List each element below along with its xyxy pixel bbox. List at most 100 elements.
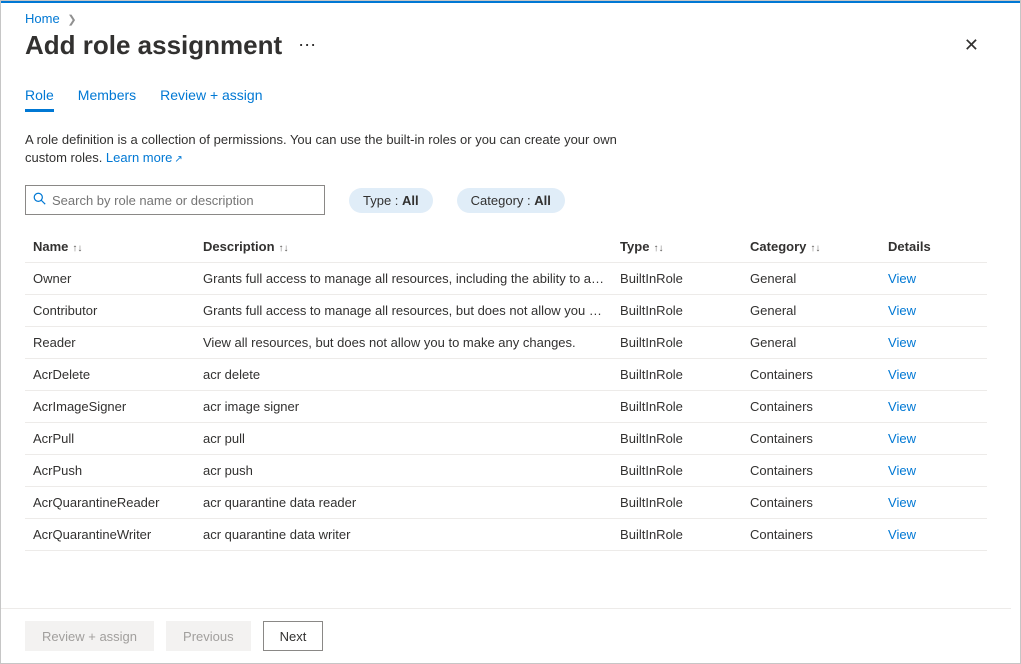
learn-more-link[interactable]: Learn more↗ [106,150,183,165]
filter-type-label: Type : [363,193,402,208]
cell-description: acr delete [195,359,612,391]
cell-name: Contributor [25,295,195,327]
filter-category-label: Category : [471,193,535,208]
cell-details: View [880,455,987,487]
breadcrumb: Home ❯ [1,3,1011,26]
table-row[interactable]: AcrQuarantineReaderacr quarantine data r… [25,487,987,519]
cell-description: acr pull [195,423,612,455]
table-row[interactable]: ContributorGrants full access to manage … [25,295,987,327]
view-link[interactable]: View [888,335,916,350]
cell-name: AcrImageSigner [25,391,195,423]
col-name-label: Name [33,239,68,254]
cell-category: Containers [742,455,880,487]
cell-name: Owner [25,263,195,295]
col-details-label: Details [888,239,931,254]
col-details: Details [880,231,987,263]
sort-icon: ↑↓ [279,243,289,254]
cell-name: AcrQuarantineWriter [25,519,195,551]
chevron-right-icon: ❯ [67,13,76,26]
cell-name: AcrPull [25,423,195,455]
view-link[interactable]: View [888,271,916,286]
cell-type: BuiltInRole [612,519,742,551]
sort-icon: ↑↓ [72,243,82,254]
search-wrapper [25,185,325,215]
cell-details: View [880,263,987,295]
close-icon[interactable]: ✕ [956,31,987,60]
cell-details: View [880,423,987,455]
col-category[interactable]: Category ↑↓ [742,231,880,263]
tab-review-assign[interactable]: Review + assign [160,87,262,112]
breadcrumb-home[interactable]: Home [25,11,60,26]
cell-type: BuiltInRole [612,295,742,327]
cell-description: acr push [195,455,612,487]
cell-description: acr quarantine data writer [195,519,612,551]
table-row[interactable]: AcrQuarantineWriteracr quarantine data w… [25,519,987,551]
col-type[interactable]: Type ↑↓ [612,231,742,263]
cell-name: AcrDelete [25,359,195,391]
view-link[interactable]: View [888,399,916,414]
cell-type: BuiltInRole [612,263,742,295]
external-link-icon: ↗ [174,154,182,165]
cell-category: Containers [742,359,880,391]
tab-members[interactable]: Members [78,87,136,112]
cell-name: AcrPush [25,455,195,487]
search-icon [33,192,46,208]
view-link[interactable]: View [888,495,916,510]
cell-description: acr image signer [195,391,612,423]
view-link[interactable]: View [888,367,916,382]
cell-type: BuiltInRole [612,487,742,519]
sort-icon: ↑↓ [810,243,820,254]
sort-icon: ↑↓ [653,243,663,254]
tab-role[interactable]: Role [25,87,54,112]
col-description[interactable]: Description ↑↓ [195,231,612,263]
col-category-label: Category [750,239,806,254]
cell-type: BuiltInRole [612,391,742,423]
filter-type-value: All [402,193,419,208]
table-row[interactable]: OwnerGrants full access to manage all re… [25,263,987,295]
filter-category-value: All [534,193,551,208]
page-title: Add role assignment [25,30,282,61]
cell-category: Containers [742,391,880,423]
view-link[interactable]: View [888,431,916,446]
table-row[interactable]: ReaderView all resources, but does not a… [25,327,987,359]
cell-description: Grants full access to manage all resourc… [195,295,612,327]
cell-details: View [880,519,987,551]
cell-details: View [880,295,987,327]
cell-details: View [880,327,987,359]
filter-type-pill[interactable]: Type : All [349,188,433,213]
cell-category: Containers [742,519,880,551]
table-row[interactable]: AcrPullacr pullBuiltInRoleContainers View [25,423,987,455]
cell-details: View [880,391,987,423]
cell-description: Grants full access to manage all resourc… [195,263,612,295]
cell-description: acr quarantine data reader [195,487,612,519]
review-assign-button: Review + assign [25,621,154,651]
cell-name: Reader [25,327,195,359]
cell-type: BuiltInRole [612,423,742,455]
cell-category: Containers [742,487,880,519]
col-description-label: Description [203,239,275,254]
search-input[interactable] [25,185,325,215]
view-link[interactable]: View [888,527,916,542]
cell-details: View [880,359,987,391]
footer: Review + assign Previous Next [1,608,1011,663]
table-row[interactable]: AcrImageSigneracr image signerBuiltInRol… [25,391,987,423]
more-actions-icon[interactable]: ⋯ [298,35,316,56]
next-button[interactable]: Next [263,621,324,651]
cell-type: BuiltInRole [612,455,742,487]
view-link[interactable]: View [888,463,916,478]
description-text: A role definition is a collection of per… [25,131,645,167]
table-row[interactable]: AcrPushacr pushBuiltInRoleContainers View [25,455,987,487]
cell-category: General [742,327,880,359]
filter-category-pill[interactable]: Category : All [457,188,565,213]
cell-category: General [742,263,880,295]
cell-details: View [880,487,987,519]
table-header-row: Name ↑↓ Description ↑↓ Type ↑↓ Category ↑↓ D… [25,231,987,263]
col-type-label: Type [620,239,649,254]
learn-more-label: Learn more [106,150,172,165]
col-name[interactable]: Name ↑↓ [25,231,195,263]
cell-name: AcrQuarantineReader [25,487,195,519]
cell-category: Containers [742,423,880,455]
view-link[interactable]: View [888,303,916,318]
cell-type: BuiltInRole [612,327,742,359]
table-row[interactable]: AcrDeleteacr deleteBuiltInRoleContainers… [25,359,987,391]
